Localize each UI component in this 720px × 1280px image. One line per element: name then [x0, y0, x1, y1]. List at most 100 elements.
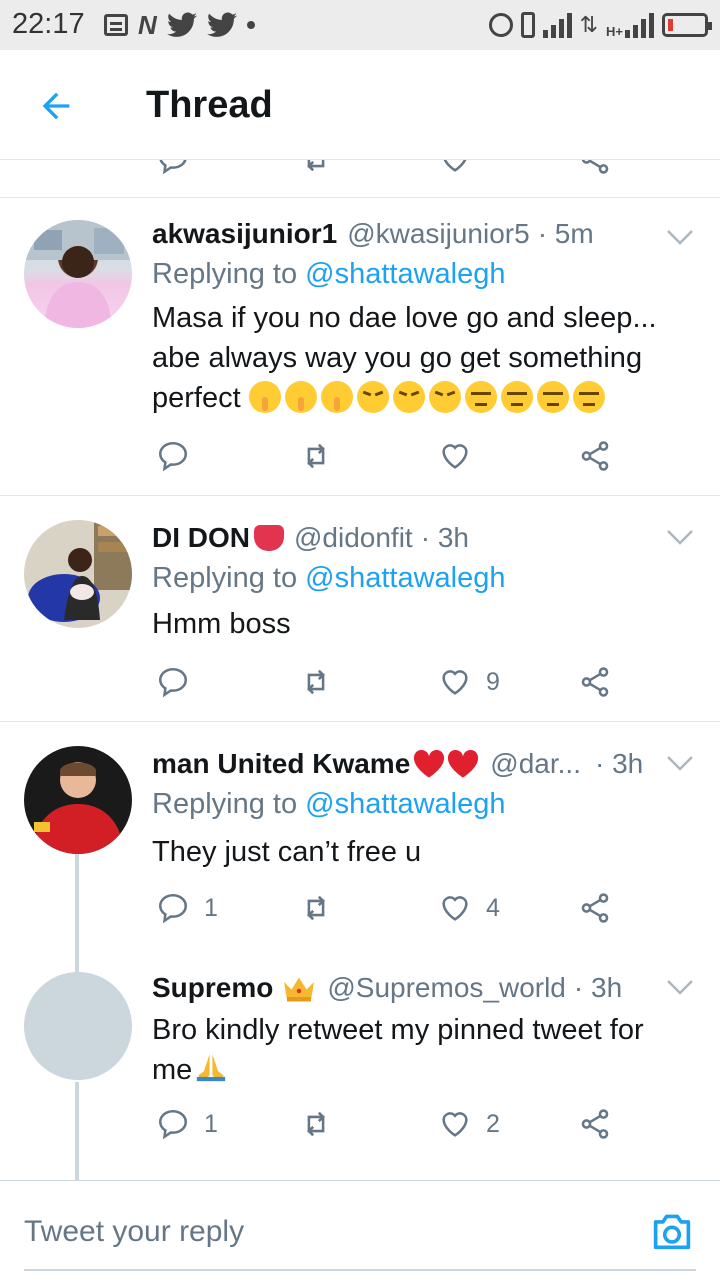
red-heart-icon — [414, 749, 445, 778]
tweet-header: man United Kwame @dar... · 3h — [152, 748, 680, 780]
display-name[interactable]: akwasijunior1 — [152, 218, 337, 250]
alarm-icon — [488, 13, 513, 37]
tweet-header: akwasijunior1 @kwasijunior5 · 5m — [152, 218, 660, 250]
reply-icon[interactable] — [156, 160, 190, 176]
handle: @dar... — [490, 748, 581, 779]
tweet-text: Hmm boss — [152, 608, 291, 640]
avatar[interactable] — [24, 746, 132, 854]
reply-button[interactable] — [156, 662, 204, 702]
replying-to: Replying to @shattawalegh — [152, 258, 506, 290]
like-button[interactable]: 4 — [438, 888, 500, 928]
emoji-row — [248, 381, 609, 414]
chevron-down-icon[interactable] — [666, 228, 694, 246]
retweet-button[interactable] — [298, 1104, 334, 1144]
camera-icon[interactable] — [650, 1211, 694, 1251]
retweet-icon — [307, 895, 325, 921]
display-name[interactable]: DI DON — [152, 522, 250, 554]
tweet-header: DI DON @didonfit · 3h — [152, 522, 660, 554]
twitter-icon — [206, 12, 237, 37]
timestamp: · 3h — [594, 748, 644, 779]
arrow-left-icon[interactable] — [36, 86, 76, 126]
heart-icon — [442, 1112, 468, 1137]
replying-to: Replying to @shattawalegh — [152, 788, 506, 820]
retweet-icon — [307, 443, 325, 469]
reply-button[interactable]: 1 — [156, 888, 218, 928]
share-button[interactable] — [578, 662, 612, 702]
avatar[interactable] — [24, 520, 132, 628]
shushing-face-icon — [320, 381, 353, 413]
avatar-photo — [24, 520, 132, 628]
mention-link[interactable]: @shattawalegh — [305, 788, 505, 820]
shushing-face-icon — [248, 381, 281, 413]
twitter-icon — [166, 12, 197, 37]
chevron-down-icon[interactable] — [666, 978, 694, 996]
avatar[interactable] — [24, 972, 132, 1080]
heart-icon — [442, 670, 468, 695]
angry-face-icon — [356, 381, 389, 413]
share-button[interactable] — [578, 436, 612, 476]
like-button[interactable]: 9 — [438, 662, 500, 702]
tweet-text: Masa if you no dae love go and sleep... … — [152, 302, 657, 414]
reply-button[interactable] — [156, 436, 204, 476]
tweet-actions: 1 4 — [152, 888, 680, 928]
reply-button[interactable]: 1 — [156, 1104, 218, 1144]
reply-composer: Tweet your reply — [0, 1180, 720, 1280]
heart-icon[interactable] — [438, 160, 472, 176]
tweet-actions — [152, 436, 680, 476]
mention-link[interactable]: @shattawalegh — [305, 258, 505, 290]
retweet-button[interactable] — [298, 662, 334, 702]
hplus-signal-icon: H+ — [606, 12, 654, 38]
like-button[interactable]: 2 — [438, 1104, 500, 1144]
signal-icon — [542, 12, 572, 38]
handle: @Supremos_world — [327, 972, 566, 1003]
dot-icon — [246, 21, 255, 29]
status-bar: 22:17 N ⇅ H+ — [0, 0, 720, 50]
share-icon — [581, 1109, 609, 1139]
red-heart-icon — [448, 749, 479, 778]
retweet-button[interactable] — [298, 436, 334, 476]
mention-link[interactable]: @shattawalegh — [305, 562, 505, 594]
heart-icon — [442, 896, 468, 921]
tongue-emoji-icon — [254, 525, 284, 551]
share-icon — [581, 893, 609, 923]
heart-icon — [442, 444, 468, 469]
retweet-button[interactable] — [298, 888, 334, 928]
unamused-face-icon — [536, 381, 569, 413]
tweet-item[interactable]: akwasijunior1 @kwasijunior5 · 5m Replyin… — [0, 198, 720, 496]
like-button[interactable] — [438, 436, 486, 476]
notes-icon — [104, 14, 128, 36]
unamused-face-icon — [572, 381, 605, 413]
angry-face-icon — [428, 381, 461, 413]
previous-tweet-actions — [0, 160, 720, 198]
chevron-down-icon[interactable] — [666, 528, 694, 546]
page-title: Thread — [146, 84, 273, 126]
display-name[interactable]: man United Kwame — [152, 748, 410, 780]
handle: @didonfit — [294, 522, 413, 553]
display-name[interactable]: Supremo — [152, 972, 273, 1004]
tweet-text: They just can’t free u — [152, 836, 422, 868]
share-icon[interactable] — [578, 160, 612, 176]
input-underline — [24, 1269, 696, 1271]
tweet-item[interactable]: DI DON @didonfit · 3h Replying to @shatt… — [0, 496, 720, 722]
shushing-face-icon — [284, 381, 317, 413]
vibrate-icon — [520, 12, 535, 38]
chevron-down-icon[interactable] — [666, 754, 694, 772]
avatar-photo — [24, 220, 132, 328]
folded-hands-icon — [197, 1054, 226, 1082]
avatar[interactable] — [24, 220, 132, 328]
crown-icon — [284, 977, 315, 1002]
reply-icon — [158, 667, 188, 698]
reply-icon — [158, 441, 188, 472]
angry-face-icon — [392, 381, 425, 413]
unamused-face-icon — [500, 381, 533, 413]
tweet-item[interactable]: man United Kwame @dar... · 3h Replying t… — [0, 722, 720, 974]
data-arrows-icon: ⇅ — [579, 12, 599, 37]
tweet-header: Supremo @Supremos_world · 3h — [152, 972, 660, 1004]
share-button[interactable] — [578, 888, 612, 928]
avatar-photo — [24, 746, 132, 854]
retweet-icon[interactable] — [298, 160, 334, 176]
share-button[interactable] — [578, 1104, 612, 1144]
tweet-item[interactable]: Supremo @Supremos_world · 3h Bro kindly … — [0, 948, 720, 1180]
reply-input[interactable]: Tweet your reply — [24, 1215, 244, 1249]
share-icon — [581, 441, 609, 471]
